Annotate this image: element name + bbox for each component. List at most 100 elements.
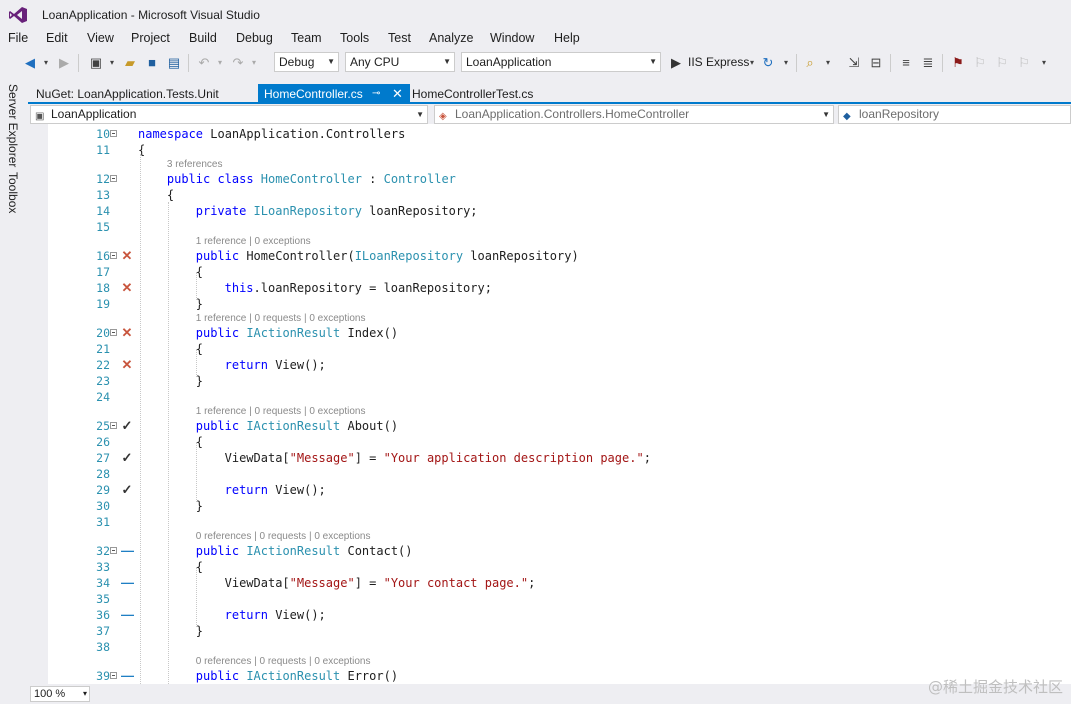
code-line[interactable]: 20 ✕ public IActionResult Index()	[28, 325, 1071, 341]
code-line[interactable]: 30}	[28, 498, 1071, 514]
redo-icon[interactable]: ↷	[230, 55, 246, 71]
menu-project[interactable]: Project	[131, 31, 170, 45]
new-project-icon[interactable]: ▣	[88, 55, 104, 71]
show-next-statement-icon[interactable]: ⊟	[868, 55, 884, 71]
menu-debug[interactable]: Debug	[236, 31, 273, 45]
collapse-icon[interactable]	[110, 252, 117, 259]
close-icon[interactable]: ✕	[392, 84, 403, 104]
code-line[interactable]: 25 ✓ public IActionResult About()	[28, 418, 1071, 434]
toolbar-overflow-icon[interactable]: ▾	[1036, 55, 1052, 71]
test-failed-icon[interactable]: ✕	[121, 248, 133, 264]
test-failed-icon[interactable]: ✕	[121, 280, 133, 296]
collapse-icon[interactable]	[110, 672, 117, 679]
solution-configuration-select[interactable]: Debug ▼	[274, 52, 339, 72]
solution-platform-select[interactable]: Any CPU ▼	[345, 52, 455, 72]
code-line[interactable]: 23}	[28, 373, 1071, 389]
code-line[interactable]: 22 ✕ return View();	[28, 357, 1071, 373]
zoom-select[interactable]: 100 % ▾	[30, 686, 90, 702]
code-line[interactable]: 18 ✕ this.loanRepository = loanRepository;	[28, 280, 1071, 296]
test-not-covered-icon[interactable]: —	[121, 543, 134, 559]
type-select[interactable]: ◈ LoanApplication.Controllers.HomeContro…	[434, 105, 834, 124]
undo-dropdown-icon[interactable]: ▾	[212, 55, 228, 71]
comment-icon[interactable]: ≡	[898, 55, 914, 71]
code-line[interactable]: 35	[28, 591, 1071, 607]
startup-project-select[interactable]: LoanApplication ▼	[461, 52, 661, 72]
code-line[interactable]: 17 {	[28, 264, 1071, 280]
collapse-icon[interactable]	[110, 329, 117, 336]
test-not-covered-icon[interactable]: —	[121, 575, 134, 591]
menu-tools[interactable]: Tools	[340, 31, 369, 45]
code-line[interactable]: 13 {	[28, 187, 1071, 203]
back-icon[interactable]: ◀	[22, 55, 38, 71]
menu-test[interactable]: Test	[388, 31, 411, 45]
code-line[interactable]: 31	[28, 514, 1071, 530]
menu-edit[interactable]: Edit	[46, 31, 68, 45]
codelens-info[interactable]: 0 references | 0 requests | 0 exceptions	[196, 531, 371, 543]
code-line[interactable]: 29 ✓ return View();	[28, 482, 1071, 498]
menu-team[interactable]: Team	[291, 31, 322, 45]
test-not-covered-icon[interactable]: —	[121, 607, 134, 623]
redo-dropdown-icon[interactable]: ▾	[246, 55, 262, 71]
run-target-dropdown-icon[interactable]: ▾	[744, 55, 760, 71]
member-select[interactable]: ◆ loanRepository	[838, 105, 1071, 124]
undo-icon[interactable]: ↶	[196, 55, 212, 71]
step-into-icon[interactable]: ⇲	[846, 55, 862, 71]
server-explorer-tab[interactable]: Server Explorer	[6, 84, 20, 167]
new-dropdown-icon[interactable]: ▾	[104, 55, 120, 71]
pin-icon[interactable]: ⊸	[372, 84, 380, 104]
code-line[interactable]: 39 — public IActionResult Error()	[28, 668, 1071, 684]
code-line[interactable]: 10 namespace LoanApplication.Controllers	[28, 126, 1071, 142]
open-file-icon[interactable]: ▰	[122, 55, 138, 71]
toolbox-tab[interactable]: Toolbox	[6, 172, 20, 213]
project-select[interactable]: ▣ LoanApplication ▼	[30, 105, 428, 124]
tab-nuget[interactable]: NuGet: LoanApplication.Tests.Unit	[30, 84, 225, 104]
code-line[interactable]: 19}	[28, 296, 1071, 312]
test-failed-icon[interactable]: ✕	[121, 325, 133, 341]
code-line[interactable]: 14 private ILoanRepository loanRepository…	[28, 203, 1071, 219]
menu-help[interactable]: Help	[554, 31, 580, 45]
code-editor[interactable]: 10 namespace LoanApplication.Controllers 1…	[28, 124, 1071, 684]
uncomment-icon[interactable]: ≣	[920, 55, 936, 71]
refresh-icon[interactable]: ↻	[760, 55, 776, 71]
code-line[interactable]: 28	[28, 466, 1071, 482]
bookmark-icon[interactable]: ⚑	[950, 55, 966, 71]
refresh-dropdown-icon[interactable]: ▾	[778, 55, 794, 71]
code-line[interactable]: 24	[28, 389, 1071, 405]
codelens-info[interactable]: 1 reference | 0 requests | 0 exceptions	[196, 406, 366, 418]
back-dropdown-icon[interactable]: ▾	[38, 55, 54, 71]
find-dropdown-icon[interactable]: ▾	[820, 55, 836, 71]
codelens-info[interactable]: 0 references | 0 requests | 0 exceptions	[196, 656, 371, 668]
code-line[interactable]: 26 {	[28, 434, 1071, 450]
start-debugging-icon[interactable]: ▶	[668, 55, 684, 71]
save-icon[interactable]: ■	[144, 55, 160, 71]
next-bookmark-icon[interactable]: ⚐	[994, 55, 1010, 71]
code-line[interactable]: 34 — ViewData["Message"] = "Your contact p…	[28, 575, 1071, 591]
menu-file[interactable]: File	[8, 31, 28, 45]
test-not-covered-icon[interactable]: —	[121, 668, 134, 684]
code-line[interactable]: 27 ✓ ViewData["Message"] = "Your applicati…	[28, 450, 1071, 466]
menu-window[interactable]: Window	[490, 31, 534, 45]
code-line[interactable]: 16 ✕ public HomeController(ILoanRepository…	[28, 248, 1071, 264]
code-line[interactable]: 15	[28, 219, 1071, 235]
collapse-icon[interactable]	[110, 175, 117, 182]
tab-homecontrollertest[interactable]: HomeControllerTest.cs	[406, 84, 539, 104]
code-line[interactable]: 33 {	[28, 559, 1071, 575]
test-failed-icon[interactable]: ✕	[121, 357, 133, 373]
find-icon[interactable]: ⌕	[802, 55, 818, 71]
test-passed-icon[interactable]: ✓	[121, 482, 133, 498]
collapse-icon[interactable]	[110, 422, 117, 429]
code-line[interactable]: 11 {	[28, 142, 1071, 158]
menu-view[interactable]: View	[87, 31, 114, 45]
code-line[interactable]: 32 — public IActionResult Contact()	[28, 543, 1071, 559]
collapse-icon[interactable]	[110, 547, 117, 554]
code-line[interactable]: 21 {	[28, 341, 1071, 357]
save-all-icon[interactable]: ▤	[166, 55, 182, 71]
codelens-info[interactable]: 1 reference | 0 exceptions	[196, 236, 311, 248]
code-line[interactable]: 12 public class HomeController : Controll…	[28, 171, 1071, 187]
test-passed-icon[interactable]: ✓	[121, 450, 133, 466]
code-line[interactable]: 38	[28, 639, 1071, 655]
codelens-info[interactable]: 1 reference | 0 requests | 0 exceptions	[196, 313, 366, 325]
code-line[interactable]: 36 — return View();	[28, 607, 1071, 623]
forward-icon[interactable]: ▶	[56, 55, 72, 71]
collapse-icon[interactable]	[110, 130, 117, 137]
